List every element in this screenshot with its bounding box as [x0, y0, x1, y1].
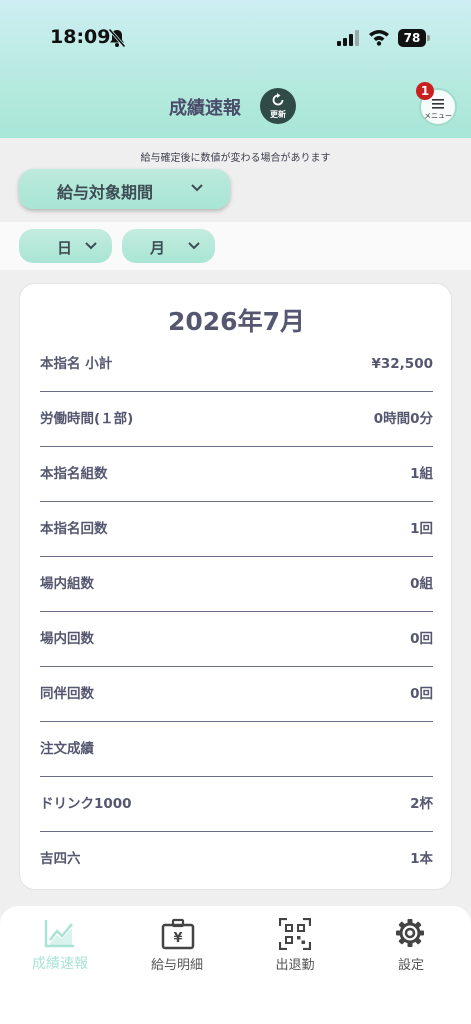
- result-row: ドリンク1000 2杯: [40, 777, 433, 832]
- row-label: 同伴回数: [40, 686, 94, 702]
- app-header: 18:09 78 成績速報 更新 メニュー 1: [0, 0, 471, 138]
- row-value: 0回: [410, 686, 433, 702]
- hamburger-icon: [432, 99, 444, 109]
- result-row: 場内回数 0回: [40, 612, 433, 667]
- result-row: 場内組数 0組: [40, 557, 433, 612]
- bottom-tab-bar: 成績速報 ¥ 給与明細 出退勤 設定: [0, 906, 471, 1024]
- result-row: 本指名回数 1回: [40, 502, 433, 557]
- tab-settings[interactable]: 設定: [356, 916, 466, 976]
- yen-bag-icon: ¥: [161, 918, 195, 950]
- month-filter-label: 月: [150, 239, 166, 257]
- row-label: ドリンク1000: [40, 796, 132, 812]
- day-filter-label: 日: [57, 239, 73, 257]
- row-label: 本指名組数: [40, 466, 108, 482]
- row-value: 1本: [410, 851, 433, 867]
- row-value: 0時間0分: [373, 411, 433, 427]
- result-row: 本指名組数 1組: [40, 447, 433, 502]
- chevron-down-icon: [85, 242, 97, 250]
- status-bar: 18:09 78: [0, 22, 471, 56]
- tab-settings-label: 設定: [397, 958, 424, 973]
- tab-results[interactable]: 成績速報: [5, 916, 115, 976]
- menu-label: メニュー: [424, 112, 452, 120]
- notice-text: 給与確定後に数値が変わる場合があります: [140, 153, 331, 164]
- chart-icon: [44, 920, 74, 948]
- battery-level: 78: [398, 29, 426, 47]
- result-row: 同伴回数 0回: [40, 667, 433, 722]
- refresh-label: 更新: [270, 110, 286, 119]
- wifi-icon: [369, 30, 389, 46]
- row-label: 吉四六: [40, 851, 81, 867]
- qr-code-icon: [279, 918, 311, 950]
- menu-notification-badge: 1: [416, 82, 434, 100]
- gear-icon: [396, 919, 424, 947]
- row-value: 1回: [410, 521, 433, 537]
- row-value: 2杯: [410, 796, 433, 812]
- row-value: 1組: [410, 466, 433, 482]
- row-value: 0組: [410, 576, 433, 592]
- status-time: 18:09: [50, 26, 111, 48]
- tab-attendance-label: 出退勤: [275, 958, 315, 973]
- battery-tip: [427, 35, 430, 41]
- filter-bar: 日 月: [0, 222, 471, 270]
- day-filter-button[interactable]: 日: [19, 229, 112, 263]
- battery-indicator: 78: [398, 29, 430, 47]
- row-label: 場内回数: [40, 631, 94, 647]
- refresh-button[interactable]: 更新: [260, 88, 296, 124]
- row-label: 労働時間(１部): [40, 411, 134, 427]
- refresh-icon: [272, 93, 284, 106]
- result-row: 本指名 小計 ¥32,500: [40, 337, 433, 392]
- page-title: 成績速報: [169, 98, 241, 119]
- result-row: 注文成績: [40, 722, 433, 777]
- period-selector-label: 給与対象期間: [57, 183, 154, 202]
- tab-payslip[interactable]: ¥ 給与明細: [122, 916, 232, 976]
- result-row: 吉四六 1本: [40, 832, 433, 887]
- svg-text:¥: ¥: [173, 931, 182, 946]
- row-label: 本指名 小計: [40, 356, 113, 372]
- chevron-down-icon: [188, 242, 200, 250]
- chevron-down-icon: [191, 184, 203, 192]
- results-card: 2026年7月 本指名 小計 ¥32,500 労働時間(１部) 0時間0分 本指…: [19, 283, 452, 890]
- tab-payslip-label: 給与明細: [150, 958, 203, 973]
- signal-icon: [337, 30, 359, 46]
- tab-results-label: 成績速報: [32, 956, 88, 972]
- row-value: 0回: [410, 631, 433, 647]
- row-label: 本指名回数: [40, 521, 108, 537]
- card-title: 2026年7月: [168, 307, 305, 336]
- bell-off-icon: [108, 28, 126, 48]
- row-label: 場内組数: [40, 576, 94, 592]
- tab-attendance[interactable]: 出退勤: [240, 916, 350, 976]
- period-selector[interactable]: 給与対象期間: [19, 169, 230, 209]
- row-label: 注文成績: [40, 741, 94, 757]
- month-filter-button[interactable]: 月: [122, 229, 215, 263]
- row-value: ¥32,500: [371, 356, 434, 372]
- result-row: 労働時間(１部) 0時間0分: [40, 392, 433, 447]
